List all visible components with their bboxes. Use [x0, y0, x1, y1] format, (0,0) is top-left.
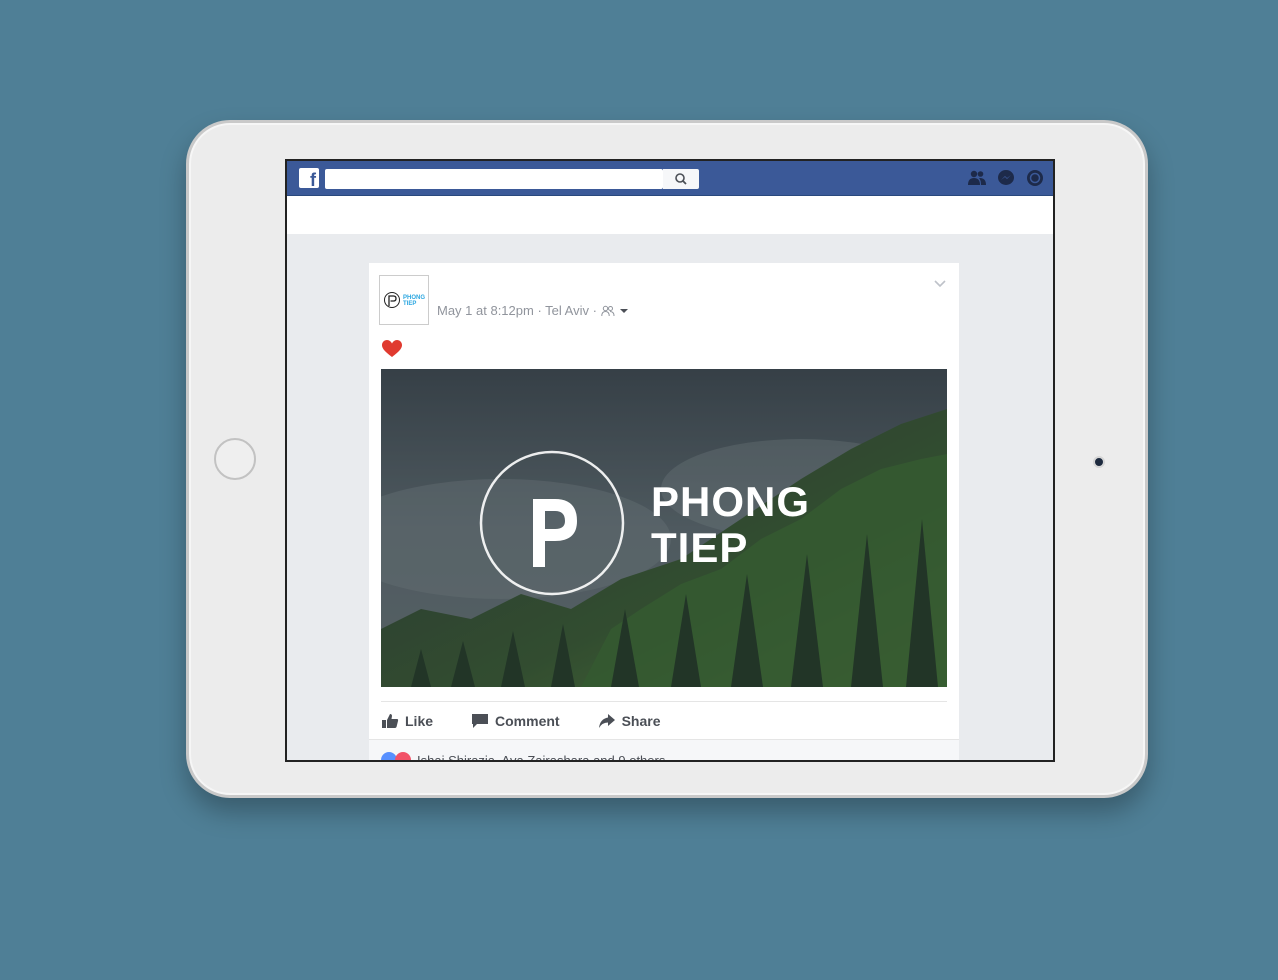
messenger-icon[interactable]	[996, 169, 1016, 187]
post-card: PHONG TIEP May 1 at 8:12pm · Tel Aviv ·	[369, 263, 959, 762]
facebook-logo[interactable]: f	[299, 168, 319, 190]
brand-line-2: TIEP	[651, 524, 749, 571]
sub-bar	[287, 196, 1053, 234]
comment-label: Comment	[495, 713, 560, 729]
reaction-summary[interactable]: Ishai Shirazia, Ava Zairashara and 9 oth…	[381, 752, 666, 762]
reactions-bar: Ishai Shirazia, Ava Zairashara and 9 oth…	[369, 739, 959, 762]
notifications-icon[interactable]	[1025, 169, 1045, 187]
reactions-text: Ishai Shirazia, Ava Zairashara and 9 oth…	[417, 752, 666, 762]
share-icon	[598, 714, 615, 728]
comment-icon	[472, 714, 489, 728]
thumbs-up-icon	[382, 714, 399, 728]
author-name[interactable]	[441, 281, 661, 293]
search-icon	[675, 173, 687, 185]
brand-line-1: PHONG	[651, 478, 811, 525]
love-reaction-icon	[395, 752, 411, 760]
camera-lens	[1093, 456, 1105, 468]
post-meta: May 1 at 8:12pm · Tel Aviv ·	[437, 303, 629, 318]
post-image[interactable]: PHONG TIEP	[381, 369, 947, 687]
comment-button[interactable]: Comment	[471, 713, 560, 729]
screen: f PHONG TIEP May 1 at 8:12pm · Tel Aviv …	[285, 159, 1055, 762]
post-options-chevron-icon[interactable]	[933, 279, 947, 289]
top-bar: f	[287, 161, 1053, 196]
share-label: Share	[621, 713, 661, 729]
audience-friends-icon[interactable]	[601, 305, 615, 317]
friends-icon[interactable]	[967, 169, 987, 187]
brand-text: PHONG TIEP	[651, 479, 810, 571]
search-input[interactable]	[325, 169, 663, 189]
share-button[interactable]: Share	[598, 713, 661, 729]
post-actions: Like Comment Share	[381, 701, 947, 740]
search-button[interactable]	[663, 169, 699, 189]
post-meta-text[interactable]: May 1 at 8:12pm · Tel Aviv ·	[437, 303, 597, 318]
avatar-logo-icon: PHONG TIEP	[384, 292, 425, 308]
like-label: Like	[405, 713, 434, 729]
home-button[interactable]	[214, 438, 256, 480]
top-icons	[967, 169, 1045, 187]
heart-icon	[382, 340, 402, 357]
tablet-frame: f PHONG TIEP May 1 at 8:12pm · Tel Aviv …	[186, 120, 1148, 798]
chevron-down-icon[interactable]	[619, 307, 629, 315]
avatar[interactable]: PHONG TIEP	[379, 275, 429, 325]
avatar-text-2: TIEP	[403, 301, 416, 307]
like-button[interactable]: Like	[381, 713, 433, 729]
